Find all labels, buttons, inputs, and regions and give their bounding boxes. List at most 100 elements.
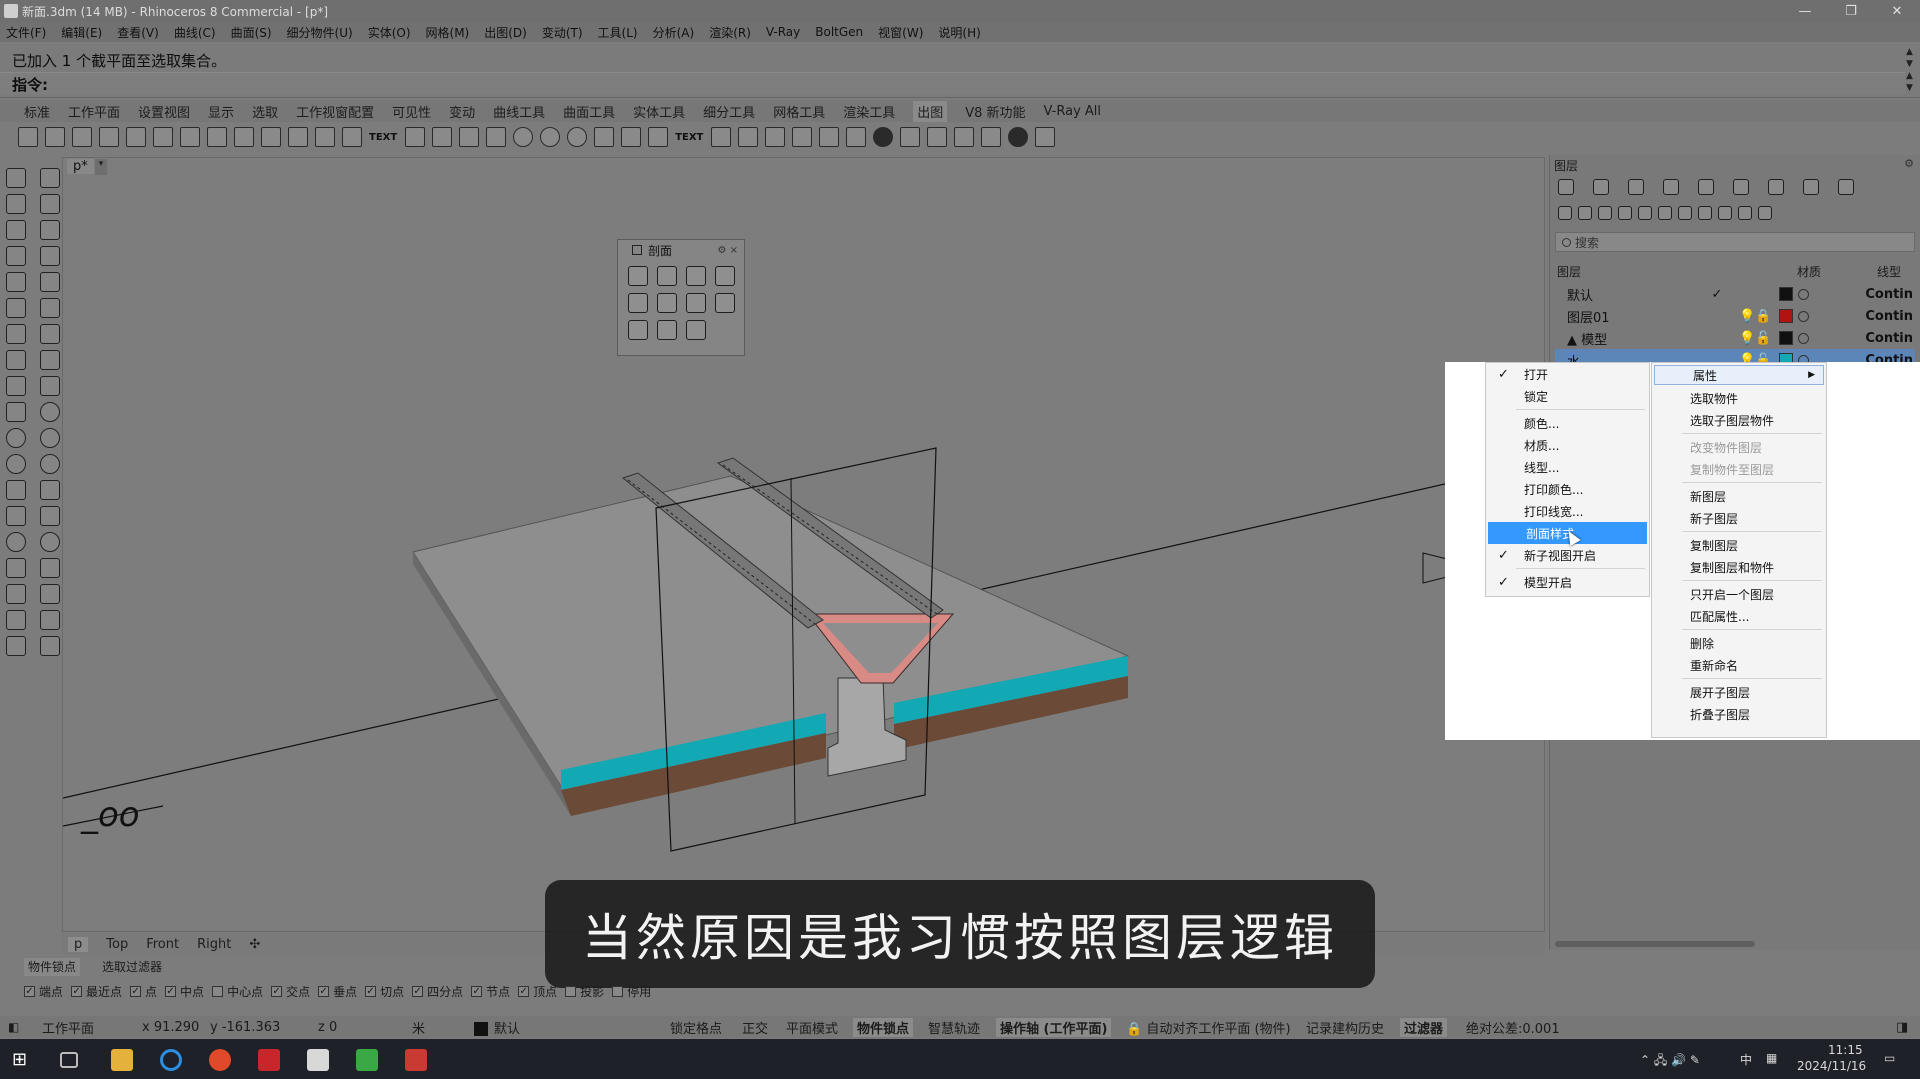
box-icon[interactable]	[6, 610, 26, 630]
checkbox[interactable]: ✓	[24, 985, 35, 997]
menu-item[interactable]: 属性 ▶	[1654, 365, 1824, 385]
select-arrow-icon[interactable]	[6, 168, 26, 188]
layer-visibility-icon[interactable]: 💡	[1739, 331, 1755, 346]
clock-date[interactable]: 2024/11/16	[1797, 1059, 1866, 1073]
layer-visibility-icon[interactable]: 💡	[1739, 309, 1755, 324]
layer-lock-icon[interactable]: 🔒	[1755, 309, 1771, 324]
curve-icon[interactable]	[6, 298, 26, 318]
camera-tab-icon[interactable]	[1663, 179, 1679, 195]
leader-icon[interactable]	[432, 127, 453, 147]
section-style-icon[interactable]	[628, 293, 648, 313]
layer-state-tab-icon[interactable]	[1803, 179, 1819, 195]
clipping-plane-icon[interactable]	[621, 127, 642, 147]
checkbox[interactable]: ✓	[318, 985, 330, 997]
ellipse-icon[interactable]	[6, 454, 26, 474]
checkbox[interactable]: ✓	[365, 985, 377, 997]
menu-item[interactable]: 选取物件	[1652, 387, 1826, 409]
clock-time[interactable]: 11:15	[1828, 1043, 1863, 1057]
menu-item[interactable]: 锁定	[1486, 385, 1649, 407]
layer-search-field[interactable]: 搜索	[1555, 232, 1915, 252]
sphere-icon[interactable]	[40, 532, 60, 552]
rhino-taskbar-icon[interactable]	[307, 1049, 329, 1071]
section-toolbar-controls[interactable]: ⚙ ×	[717, 245, 738, 256]
filter-icon[interactable]	[1698, 206, 1712, 220]
move-up-icon[interactable]	[1638, 206, 1652, 220]
tab-subd-tools[interactable]: 细分工具	[703, 102, 755, 121]
clipping-plane-icon[interactable]	[686, 320, 706, 340]
menu-item[interactable]: 复制图层和物件	[1652, 556, 1826, 578]
curve-icon[interactable]	[40, 506, 60, 526]
recorder-icon[interactable]	[405, 1049, 427, 1071]
layer-color-swatch[interactable]	[1779, 287, 1793, 301]
viewport-label[interactable]: p*	[67, 159, 94, 174]
menu-item[interactable]: 打印线宽...	[1486, 500, 1649, 522]
osnap-option[interactable]: ✓ 中点	[165, 983, 204, 1000]
properties-tab-icon[interactable]	[1558, 179, 1574, 195]
make2d-icon[interactable]	[765, 127, 786, 147]
ime-indicator[interactable]: 中	[1740, 1051, 1752, 1068]
menu-render[interactable]: 渲染(R)	[709, 24, 751, 41]
status-cplane[interactable]: 工作平面	[42, 1018, 94, 1037]
status-osnap[interactable]: 物件锁点	[853, 1017, 914, 1037]
menu-item[interactable]: 复制物件至图层	[1652, 458, 1826, 480]
command-input[interactable]	[0, 72, 1905, 94]
dimension-icon[interactable]	[342, 127, 362, 147]
panel-gear-icon[interactable]: ⚙	[1904, 157, 1914, 170]
menu-boltgen[interactable]: BoltGen	[815, 25, 863, 39]
dimension-icon[interactable]	[207, 127, 227, 147]
menu-item[interactable]: 颜色...	[1486, 412, 1649, 434]
osnap-option[interactable]: ✓ 最近点	[71, 983, 122, 1000]
brush-tab-icon[interactable]	[1768, 179, 1784, 195]
text-tool-icon[interactable]: TEXT	[369, 132, 397, 143]
column-layer[interactable]: 图层	[1555, 263, 1797, 281]
help-icon[interactable]	[1758, 206, 1772, 220]
angle-dimension-icon[interactable]	[288, 127, 308, 147]
checkbox[interactable]: ✓	[130, 985, 142, 997]
status-history[interactable]: 记录建构历史	[1306, 1018, 1384, 1037]
dimension-icon[interactable]	[315, 127, 335, 147]
menu-drafting[interactable]: 出图(D)	[484, 24, 527, 41]
osnap-option[interactable]: ✓ 垂点	[318, 983, 357, 1000]
column-material[interactable]: 材质	[1797, 263, 1877, 281]
materials-tab-icon[interactable]	[1593, 179, 1609, 195]
tab-render-tools[interactable]: 渲染工具	[843, 102, 895, 121]
layer-name[interactable]: ▲ 模型	[1555, 329, 1695, 348]
folder-icon[interactable]	[1035, 127, 1056, 147]
osnap-option[interactable]: 中心点	[212, 983, 263, 1000]
tray-icons[interactable]: ⌃ 🖧 🔊 ✎	[1640, 1051, 1700, 1072]
checkbox[interactable]: ✓	[271, 985, 283, 997]
curve-icon[interactable]	[40, 246, 60, 266]
line-icon[interactable]	[40, 376, 60, 396]
transform-icon[interactable]	[40, 636, 60, 656]
command-scroll-arrows[interactable]: ▲ ▼ ▲ ▼	[1906, 46, 1916, 94]
menu-item[interactable]: ✓ 打开	[1486, 363, 1649, 385]
layer-scrollbar[interactable]	[1555, 941, 1755, 947]
box-icon[interactable]	[6, 558, 26, 578]
render-icon[interactable]	[6, 220, 26, 240]
tab-set-view[interactable]: 设置视图	[138, 102, 190, 121]
checkbox[interactable]: ✓	[165, 985, 177, 997]
menu-vray[interactable]: V-Ray	[766, 25, 800, 39]
layer-linetype[interactable]: Contin	[1865, 309, 1913, 324]
menu-transform[interactable]: 变动(T)	[542, 24, 583, 41]
polyline-icon[interactable]	[6, 350, 26, 370]
layer-material-icon[interactable]	[1798, 332, 1809, 344]
status-planar[interactable]: 平面模式	[786, 1018, 838, 1037]
menu-window[interactable]: 视窗(W)	[878, 24, 923, 41]
cplane-icon[interactable]	[6, 194, 26, 214]
task-view-icon[interactable]	[60, 1052, 78, 1068]
curve-icon[interactable]	[6, 272, 26, 292]
browser-icon[interactable]	[160, 1049, 182, 1071]
dimension-icon[interactable]	[261, 127, 281, 147]
layer-material-icon[interactable]	[1798, 288, 1809, 300]
layer-name[interactable]: 图层01	[1555, 307, 1695, 326]
status-smarttrack[interactable]: 智慧轨迹	[928, 1018, 980, 1037]
menu-edit[interactable]: 编辑(E)	[61, 24, 102, 41]
cube-icon[interactable]	[954, 127, 975, 147]
status-ortho[interactable]: 正交	[742, 1018, 768, 1037]
curve-icon[interactable]	[6, 480, 26, 500]
menu-item[interactable]: 重新命名	[1652, 654, 1826, 676]
menu-item[interactable]: 线型...	[1486, 456, 1649, 478]
menu-item[interactable]: 新图层	[1652, 485, 1826, 507]
minimize-button[interactable]: —	[1782, 4, 1828, 19]
